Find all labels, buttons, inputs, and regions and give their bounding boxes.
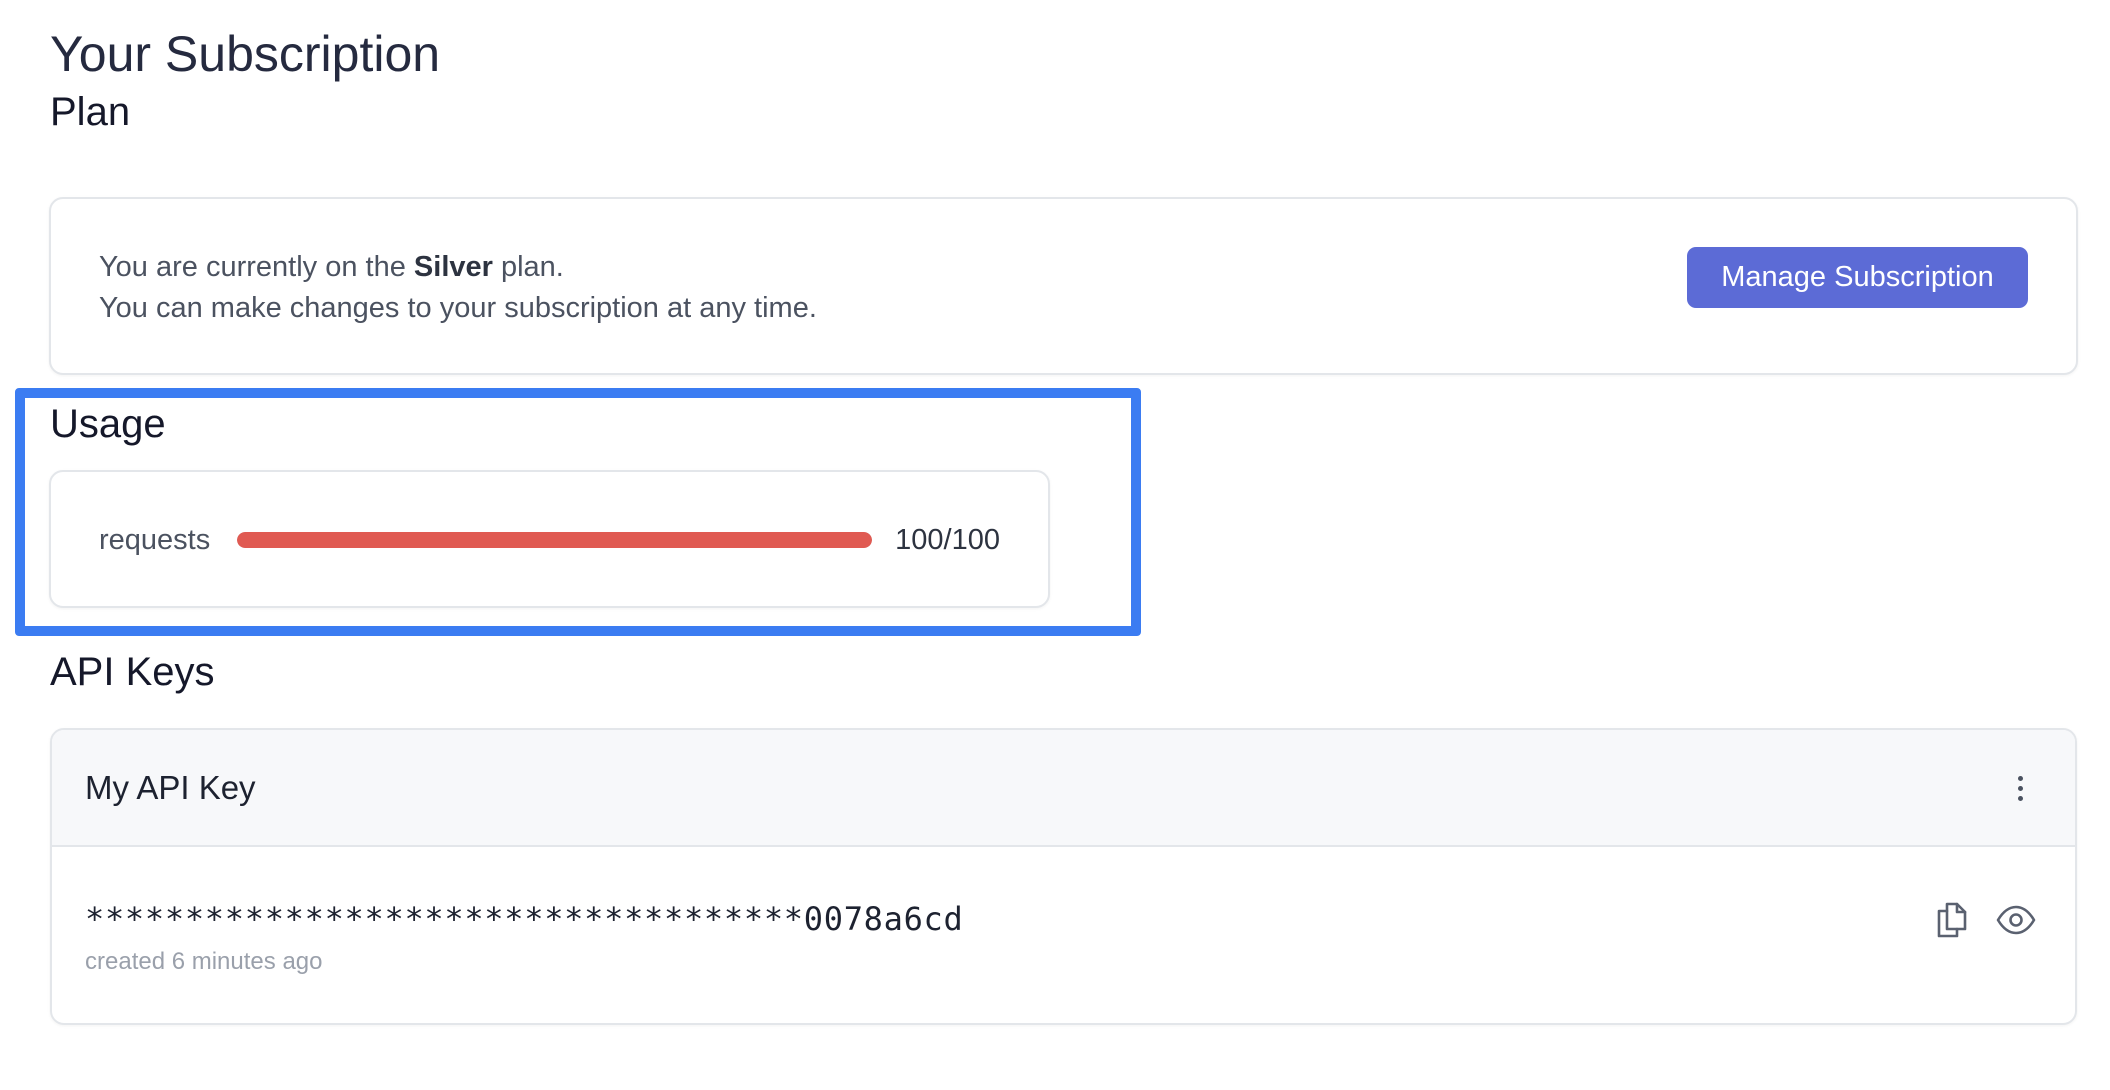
api-keys-heading: API Keys — [50, 650, 215, 694]
more-vertical-icon[interactable] — [2005, 768, 2035, 808]
plan-name: Silver — [413, 251, 493, 283]
usage-progress-fill — [237, 532, 872, 548]
api-key-masked-value: ************************************0078… — [85, 900, 964, 938]
usage-count: 100/100 — [895, 524, 1000, 556]
plan-card: You are currently on the Silver plan. Yo… — [49, 197, 2078, 375]
usage-heading: Usage — [50, 402, 166, 446]
usage-card: requests 100/100 — [49, 470, 1050, 608]
api-key-created-time: created 6 minutes ago — [85, 948, 323, 975]
page-title: Your Subscription — [50, 26, 441, 82]
manage-subscription-button[interactable]: Manage Subscription — [1687, 247, 2028, 308]
copy-icon[interactable] — [1930, 898, 1974, 942]
plan-status-line: You are currently on the Silver plan. — [99, 247, 817, 288]
plan-status-suffix: plan. — [492, 251, 564, 283]
plan-status-prefix: You are currently on the — [99, 251, 414, 283]
api-key-card: My API Key *****************************… — [50, 728, 2077, 1025]
plan-heading: Plan — [50, 90, 131, 134]
eye-icon[interactable] — [1994, 898, 2038, 942]
usage-progress-bar — [237, 532, 872, 548]
api-key-card-header: My API Key — [52, 730, 2075, 847]
api-key-name: My API Key — [85, 769, 256, 806]
plan-change-note: You can make changes to your subscriptio… — [99, 292, 817, 324]
usage-metric-label: requests — [99, 524, 211, 556]
plan-description: You are currently on the Silver plan. Yo… — [99, 247, 817, 329]
subscription-page: Your Subscription Plan You are currently… — [0, 0, 2110, 1090]
